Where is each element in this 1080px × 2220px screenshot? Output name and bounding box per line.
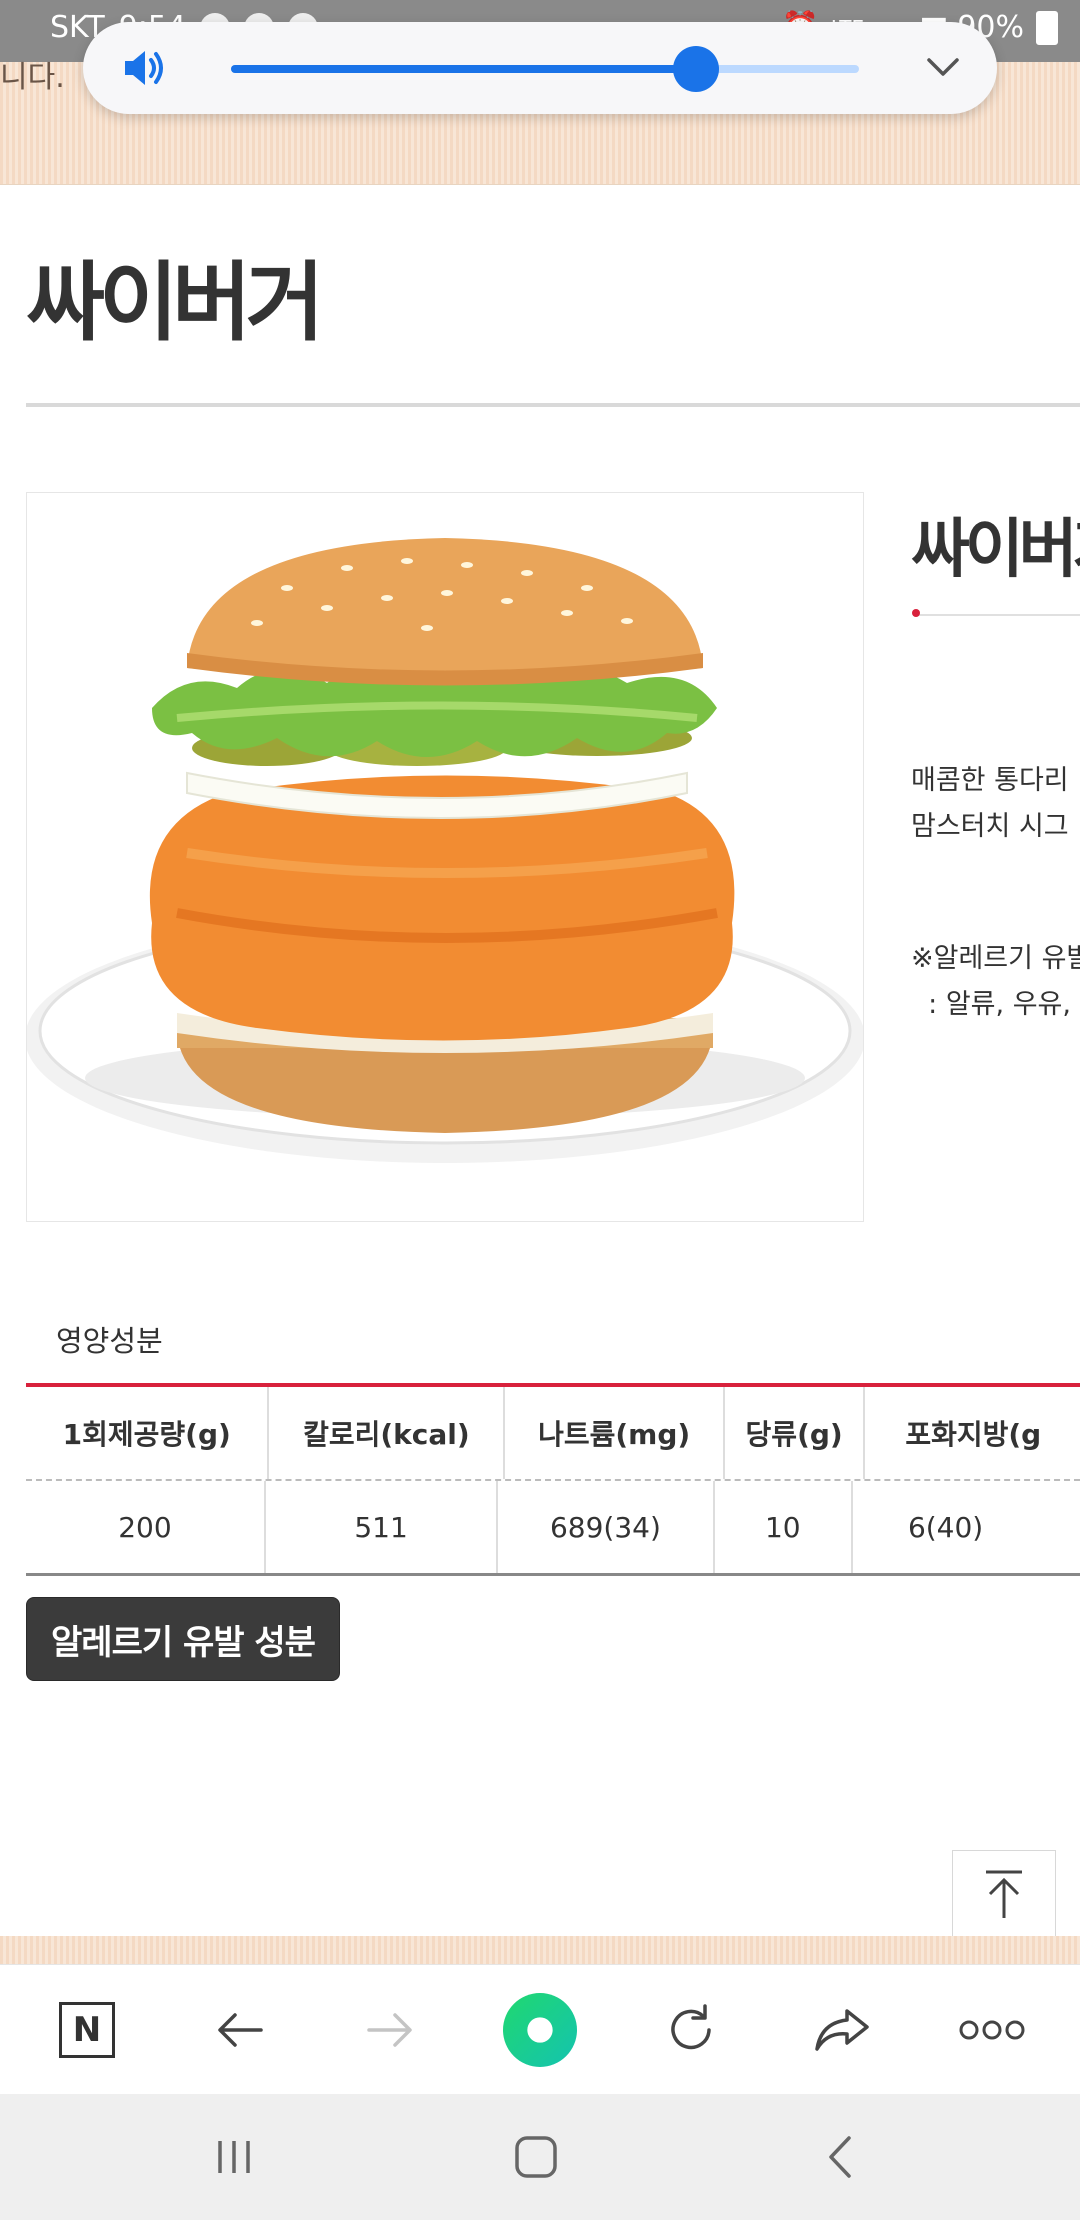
- back-icon: [829, 2136, 851, 2178]
- system-navigation-bar: [0, 2094, 1080, 2220]
- battery-icon: [1036, 10, 1058, 45]
- banner-fragment: 니다.: [0, 60, 65, 95]
- refresh-icon: [671, 2004, 711, 2050]
- page-title: 싸이버거: [26, 253, 324, 353]
- footer-band: [0, 1936, 1080, 1964]
- product-name-heading: 싸이버거: [911, 513, 1080, 587]
- recents-button[interactable]: [204, 2130, 264, 2184]
- nutrition-title: 영양성분: [56, 1324, 163, 1358]
- table-header-row: 1회제공량(g) 칼로리(kcal) 나트륨(mg) 당류(g) 포화지방(g: [26, 1387, 1080, 1481]
- burger-illustration: [27, 538, 863, 1163]
- recents-icon: [218, 2141, 250, 2173]
- naver-label: N: [72, 2010, 102, 2050]
- system-back-button[interactable]: [810, 2130, 870, 2184]
- table-cell: 6(40): [907, 1510, 984, 1544]
- chevron-down-icon[interactable]: [923, 50, 963, 84]
- home-button[interactable]: [506, 2130, 566, 2184]
- back-button[interactable]: [203, 1993, 277, 2067]
- green-dot-button[interactable]: [503, 1993, 577, 2067]
- table-header-cell: 포화지방(g: [905, 1418, 1042, 1451]
- allergy-note: ※알레르기 유발 : 알류, 우유,: [911, 936, 1080, 1028]
- naver-n-icon: N: [59, 2002, 115, 2058]
- more-button[interactable]: [955, 1993, 1029, 2067]
- browser-toolbar: N: [0, 1964, 1080, 2095]
- scroll-to-top-button[interactable]: [952, 1850, 1056, 1938]
- table-cell: 689(34): [498, 1481, 715, 1573]
- share-button[interactable]: [805, 1993, 879, 2067]
- volume-panel: [83, 22, 997, 114]
- share-icon: [815, 2009, 869, 2051]
- naver-home-button[interactable]: N: [50, 1993, 124, 2067]
- allergy-line: : 알류, 우유,: [911, 989, 1080, 1020]
- table-cell: 511: [266, 1481, 499, 1573]
- more-icon: [959, 2020, 1025, 2040]
- arrow-left-icon: [218, 2013, 263, 2047]
- table-row: 200 511 689(34) 10 6(40): [26, 1481, 1080, 1573]
- product-description: 매콤한 통다리 맘스터치 시그: [911, 758, 1069, 850]
- volume-slider[interactable]: [231, 46, 859, 92]
- home-icon: [515, 2136, 557, 2178]
- volume-slider-thumb[interactable]: [672, 46, 719, 92]
- allergy-line: ※알레르기 유발: [911, 943, 1080, 974]
- speaker-icon[interactable]: [121, 46, 167, 90]
- table-cell: 10: [715, 1481, 853, 1573]
- forward-button[interactable]: [353, 1993, 427, 2067]
- heading-accent-dot: [912, 609, 920, 617]
- description-line: 맘스터치 시그: [911, 811, 1069, 842]
- green-dot-icon: [503, 1993, 577, 2067]
- refresh-button[interactable]: [654, 1993, 728, 2067]
- allergy-info-button[interactable]: 알레르기 유발 성분: [26, 1597, 340, 1681]
- table-cell: 200: [26, 1481, 266, 1573]
- volume-slider-fill: [231, 65, 696, 73]
- arrow-right-icon: [367, 2013, 412, 2047]
- title-divider: [26, 403, 1080, 407]
- description-line: 매콤한 통다리: [911, 765, 1069, 796]
- table-header-cell: 당류(g): [725, 1387, 866, 1479]
- arrow-up-icon: [986, 1870, 1022, 1918]
- nutrition-table: 1회제공량(g) 칼로리(kcal) 나트륨(mg) 당류(g) 포화지방(g …: [26, 1383, 1080, 1576]
- table-header-cell: 1회제공량(g): [26, 1387, 270, 1479]
- table-header-cell: 칼로리(kcal): [269, 1387, 506, 1479]
- product-image: [26, 492, 864, 1222]
- table-header-cell: 나트륨(mg): [505, 1387, 725, 1479]
- heading-underline: [914, 614, 1080, 616]
